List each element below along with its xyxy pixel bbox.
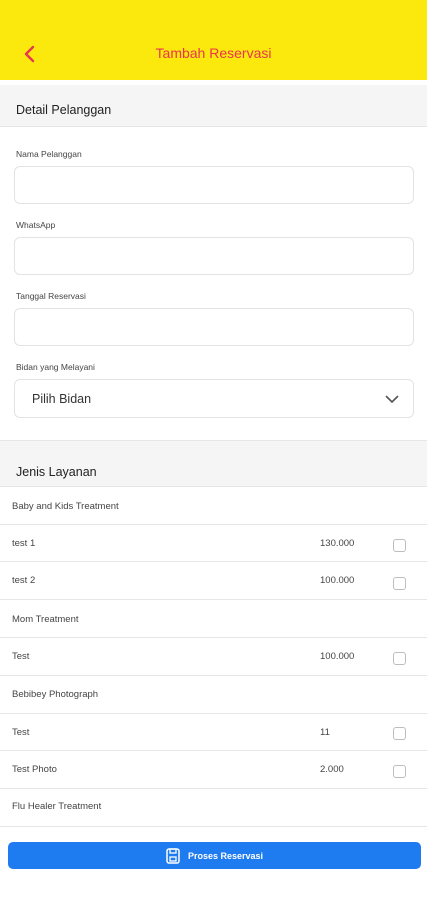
service-price: 100.000	[320, 575, 355, 586]
category-row: Bebibey Photograph	[0, 676, 427, 714]
midwife-select-value: Pilih Bidan	[32, 392, 92, 406]
services-section-title: Jenis Layanan	[16, 465, 97, 479]
service-price: 11	[320, 727, 330, 738]
service-name: test 1	[12, 538, 36, 549]
category-row: Flu Healer Treatment	[0, 789, 427, 827]
service-checkbox[interactable]	[393, 652, 406, 665]
category-name: Baby and Kids Treatment	[12, 501, 119, 512]
service-item-row[interactable]: Test Photo 2.000	[0, 751, 427, 789]
customer-name-label: Nama Pelanggan	[16, 149, 82, 159]
service-name: Test	[12, 727, 30, 738]
customer-section-title: Detail Pelanggan	[16, 103, 112, 117]
save-icon	[166, 847, 180, 864]
midwife-select[interactable]: Pilih Bidan	[14, 379, 414, 418]
service-checkbox[interactable]	[393, 577, 406, 590]
service-item-row[interactable]: test 1 130.000	[0, 525, 427, 562]
process-reservation-button[interactable]: Proses Reservasi	[8, 842, 421, 869]
reservation-date-label: Tanggal Reservasi	[16, 291, 86, 301]
whatsapp-input[interactable]	[14, 237, 414, 275]
midwife-label: Bidan yang Melayani	[16, 362, 95, 372]
category-row: Mom Treatment	[0, 600, 427, 638]
service-item-row[interactable]: Test 11	[0, 714, 427, 751]
service-item-row[interactable]: Test 100.000	[0, 638, 427, 676]
category-name: Flu Healer Treatment	[12, 801, 102, 812]
service-price: 100.000	[320, 651, 355, 662]
category-name: Mom Treatment	[12, 614, 79, 625]
app-bar: Tambah Reservasi	[0, 0, 427, 80]
category-row: Baby and Kids Treatment	[0, 487, 427, 525]
service-checkbox[interactable]	[393, 539, 406, 552]
service-checkbox[interactable]	[393, 765, 406, 778]
page-title: Tambah Reservasi	[155, 45, 272, 61]
service-name: Test Photo	[12, 764, 57, 775]
customer-name-input[interactable]	[14, 166, 414, 204]
services-section-header: Jenis Layanan	[0, 440, 427, 487]
service-price: 130.000	[320, 538, 355, 549]
whatsapp-label: WhatsApp	[16, 220, 56, 230]
service-item-row[interactable]: test 2 100.000	[0, 562, 427, 600]
reservation-date-input[interactable]	[14, 308, 414, 346]
chevron-down-icon	[385, 395, 399, 403]
process-reservation-label: Proses Reservasi	[187, 850, 264, 861]
service-name: test 2	[12, 575, 36, 586]
category-name: Bebibey Photograph	[12, 689, 99, 700]
service-name: Test	[12, 651, 30, 662]
customer-section-header: Detail Pelanggan	[0, 85, 427, 127]
service-price: 2.000	[320, 764, 344, 775]
service-checkbox[interactable]	[393, 727, 406, 740]
